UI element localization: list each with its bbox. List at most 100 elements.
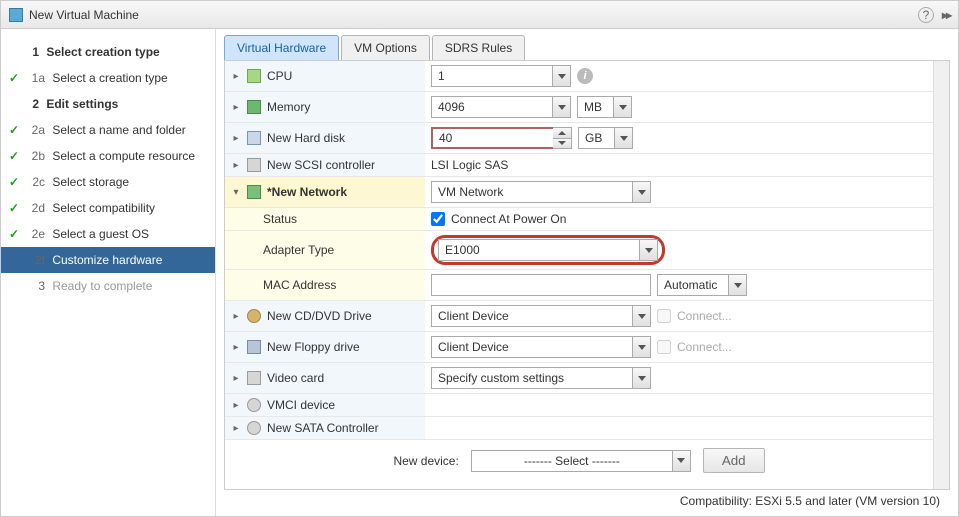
status-label: Status [263, 212, 297, 226]
network-icon [247, 185, 261, 199]
floppy-select[interactable]: Client Device [431, 336, 651, 358]
step-3: 3 Ready to complete [1, 273, 215, 299]
vmci-label: VMCI device [267, 398, 335, 412]
row-cpu: ▸ CPU 1 i [225, 61, 933, 92]
disk-unit-select[interactable]: GB [578, 127, 633, 149]
adapter-label: Adapter Type [263, 243, 334, 257]
step-2b[interactable]: 2b Select a compute resource [1, 143, 215, 169]
network-label: *New Network [267, 185, 347, 199]
memory-input[interactable]: 4096 [431, 96, 571, 118]
row-network-mac: MAC Address Automatic [225, 270, 933, 301]
chevron-down-icon [632, 182, 650, 202]
disk-label: New Hard disk [267, 131, 345, 145]
spin-down-icon [553, 139, 571, 149]
step-2[interactable]: 2 Edit settings [1, 91, 215, 117]
adapter-highlight: E1000 [431, 235, 665, 265]
step-2c[interactable]: 2c Select storage [1, 169, 215, 195]
scrollbar[interactable] [933, 61, 949, 489]
expand-icon[interactable]: ▸ [231, 71, 241, 81]
scsi-value: LSI Logic SAS [431, 158, 508, 172]
tabs: Virtual HardwareVM OptionsSDRS Rules [224, 35, 950, 60]
expand-icon[interactable]: ▸ [231, 160, 241, 170]
step-2e[interactable]: 2e Select a guest OS [1, 221, 215, 247]
new-device-row: New device: ------- Select ------- Add [225, 440, 933, 481]
mac-mode-select[interactable]: Automatic [657, 274, 747, 296]
titlebar: New Virtual Machine ? ▸▸ [1, 1, 958, 29]
collapse-icon[interactable]: ▾ [231, 187, 241, 197]
help-icon[interactable]: ? [918, 7, 934, 23]
cd-select[interactable]: Client Device [431, 305, 651, 327]
spin-up-icon [553, 128, 571, 139]
tab-vm-options[interactable]: VM Options [341, 35, 430, 60]
row-network-adapter: Adapter Type E1000 [225, 231, 933, 270]
mac-input[interactable] [431, 274, 651, 296]
tab-sdrs-rules[interactable]: SDRS Rules [432, 35, 525, 60]
step-1a[interactable]: 1a Select a creation type [1, 65, 215, 91]
chevron-down-icon [672, 451, 690, 471]
expand-icon[interactable]: ▸ [231, 373, 241, 383]
add-button[interactable]: Add [703, 448, 765, 473]
step-2a[interactable]: 2a Select a name and folder [1, 117, 215, 143]
compatibility-footer: Compatibility: ESXi 5.5 and later (VM ve… [224, 490, 950, 512]
row-network: ▾ *New Network VM Network [225, 177, 933, 208]
disk-size-input[interactable]: 40 [431, 127, 553, 149]
expand-icon[interactable]: ▸ [231, 102, 241, 112]
hardware-panel: ▸ CPU 1 i ▸Memory 4096 MB [224, 60, 950, 490]
network-select[interactable]: VM Network [431, 181, 651, 203]
chevron-down-icon [632, 337, 650, 357]
row-harddisk: ▸ New Hard disk 40 GB [225, 123, 933, 154]
memory-unit-select[interactable]: MB [577, 96, 632, 118]
floppy-icon [247, 340, 261, 354]
scsi-label: New SCSI controller [267, 158, 375, 172]
cd-label: New CD/DVD Drive [267, 309, 372, 323]
chevron-down-icon [552, 97, 570, 117]
vm-icon [9, 8, 23, 22]
floppy-label: New Floppy drive [267, 340, 360, 354]
expand-icon[interactable]: ▸▸ [942, 8, 950, 22]
chevron-down-icon [728, 275, 746, 295]
chevron-down-icon [632, 368, 650, 388]
expand-icon[interactable]: ▸ [231, 400, 241, 410]
floppy-connect-checkbox: Connect... [657, 340, 732, 354]
hardware-table: ▸ CPU 1 i ▸Memory 4096 MB [225, 61, 933, 440]
new-device-label: New device: [393, 454, 458, 468]
cpu-select[interactable]: 1 [431, 65, 571, 87]
chevron-down-icon [632, 306, 650, 326]
cd-connect-checkbox: Connect... [657, 309, 732, 323]
chevron-down-icon [614, 128, 632, 148]
connect-poweron-checkbox[interactable]: Connect At Power On [431, 212, 927, 226]
sata-label: New SATA Controller [267, 421, 379, 435]
expand-icon[interactable]: ▸ [231, 311, 241, 321]
disk-spinner[interactable] [553, 127, 572, 149]
mac-label: MAC Address [263, 278, 336, 292]
row-network-status: Status Connect At Power On [225, 208, 933, 231]
expand-icon[interactable]: ▸ [231, 423, 241, 433]
window-title: New Virtual Machine [29, 8, 139, 22]
info-icon[interactable]: i [577, 68, 593, 84]
scsi-icon [247, 158, 261, 172]
cpu-icon [247, 69, 261, 83]
wizard-window: New Virtual Machine ? ▸▸ 1 Select creati… [0, 0, 959, 517]
video-select[interactable]: Specify custom settings [431, 367, 651, 389]
step-2d[interactable]: 2d Select compatibility [1, 195, 215, 221]
chevron-down-icon [552, 66, 570, 86]
video-label: Video card [267, 371, 324, 385]
step-2f[interactable]: 2f Customize hardware [1, 247, 215, 273]
expand-icon[interactable]: ▸ [231, 133, 241, 143]
row-memory: ▸Memory 4096 MB [225, 92, 933, 123]
video-icon [247, 371, 261, 385]
new-device-select[interactable]: ------- Select ------- [471, 450, 691, 472]
adapter-type-select[interactable]: E1000 [438, 239, 658, 261]
row-video: ▸ Video card Specify custom settings [225, 363, 933, 394]
wizard-steps: 1 Select creation type1a Select a creati… [1, 29, 216, 516]
step-1[interactable]: 1 Select creation type [1, 39, 215, 65]
chevron-down-icon [639, 240, 657, 260]
row-vmci: ▸ VMCI device [225, 394, 933, 417]
tab-virtual-hardware[interactable]: Virtual Hardware [224, 35, 339, 60]
content-area: Virtual HardwareVM OptionsSDRS Rules ▸ CP… [216, 29, 958, 516]
row-sata: ▸ New SATA Controller [225, 417, 933, 440]
sata-icon [247, 421, 261, 435]
expand-icon[interactable]: ▸ [231, 342, 241, 352]
chevron-down-icon [613, 97, 631, 117]
cpu-label: CPU [267, 69, 292, 83]
